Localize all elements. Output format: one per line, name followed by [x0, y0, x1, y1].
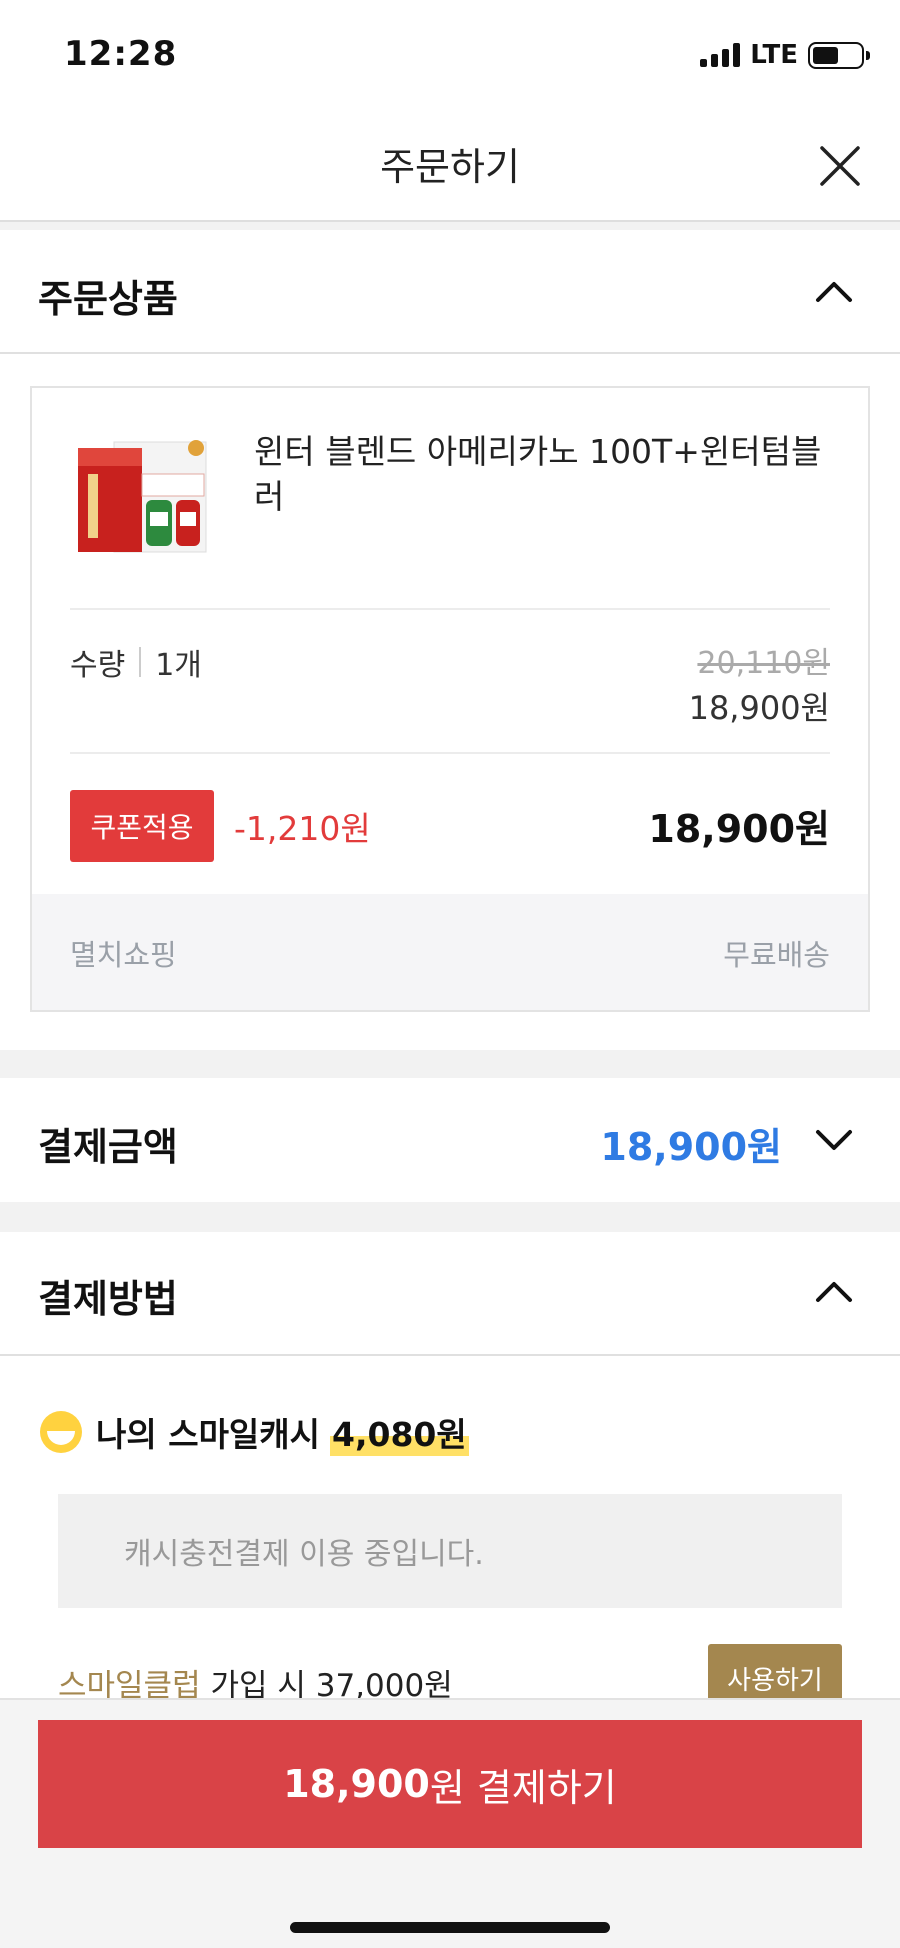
product-thumbnail [78, 440, 207, 553]
quantity-label: 수량 [70, 648, 126, 683]
battery-icon [808, 41, 870, 69]
status-time: 12:28 [64, 34, 178, 74]
pay-button-label: 원 결제하기 [429, 1765, 617, 1810]
status-bar: 12:28 LTE [0, 0, 900, 110]
payment-amount-value: 18,900원 [600, 1125, 782, 1169]
chevron-down-icon[interactable] [812, 1118, 856, 1162]
chevron-up-icon[interactable] [812, 1270, 856, 1314]
page-title: 주문하기 [380, 145, 520, 189]
final-price: 18,900원 [648, 807, 830, 851]
product-name: 윈터 블렌드 아메리카노 100T+윈터텀블러 [254, 432, 822, 516]
original-price: 20,110원 [697, 646, 830, 681]
section-gap [0, 1050, 900, 1078]
payment-amount-header[interactable]: 결제금액 18,900원 [0, 1078, 900, 1202]
pay-button-amount: 18,900 [283, 1762, 430, 1806]
pay-button[interactable]: 18,900 원 결제하기 [38, 1720, 862, 1848]
smile-cash-row: 나의 스마일캐시 4,080원 [38, 1408, 469, 1456]
divider [70, 608, 830, 610]
quantity-value: 1개 [155, 648, 202, 683]
divider [70, 752, 830, 754]
page-header: 주문하기 [0, 110, 900, 222]
section-title-payment-amount: 결제금액 [38, 1125, 178, 1169]
product-card: 윈터 블렌드 아메리카노 100T+윈터텀블러 수량 1개 20,110원 18… [30, 386, 870, 1012]
coupon-discount: -1,210원 [234, 809, 371, 848]
section-gap [0, 1202, 900, 1232]
smile-cash-icon [40, 1411, 82, 1453]
status-indicators: LTE [700, 40, 870, 70]
shipping-info: 무료배송 [723, 938, 830, 972]
section-title-order-items: 주문상품 [38, 277, 178, 321]
sale-price: 18,900원 [688, 689, 830, 727]
cash-notice: 캐시충전결제 이용 중입니다. [58, 1494, 842, 1608]
close-icon[interactable] [816, 142, 864, 190]
section-title-payment-method: 결제방법 [38, 1277, 178, 1321]
seller-bar: 멸치쇼핑 무료배송 [32, 894, 868, 1010]
signal-icon [700, 43, 741, 67]
smile-cash-amount: 4,080원 [330, 1408, 469, 1456]
quantity-row: 수량 1개 [70, 640, 202, 684]
separator [139, 647, 142, 677]
order-items-header[interactable]: 주문상품 [0, 230, 900, 354]
footer-bar: 18,900 원 결제하기 [0, 1698, 900, 1948]
home-indicator[interactable] [290, 1922, 610, 1933]
network-type: LTE [750, 40, 798, 70]
section-gap [0, 222, 900, 230]
payment-method-header[interactable]: 결제방법 [0, 1232, 900, 1356]
smile-cash-label: 나의 스마일캐시 [96, 1415, 321, 1454]
coupon-apply-button[interactable]: 쿠폰적용 [70, 790, 214, 862]
seller-name: 멸치쇼핑 [70, 938, 177, 972]
chevron-up-icon[interactable] [812, 270, 856, 314]
